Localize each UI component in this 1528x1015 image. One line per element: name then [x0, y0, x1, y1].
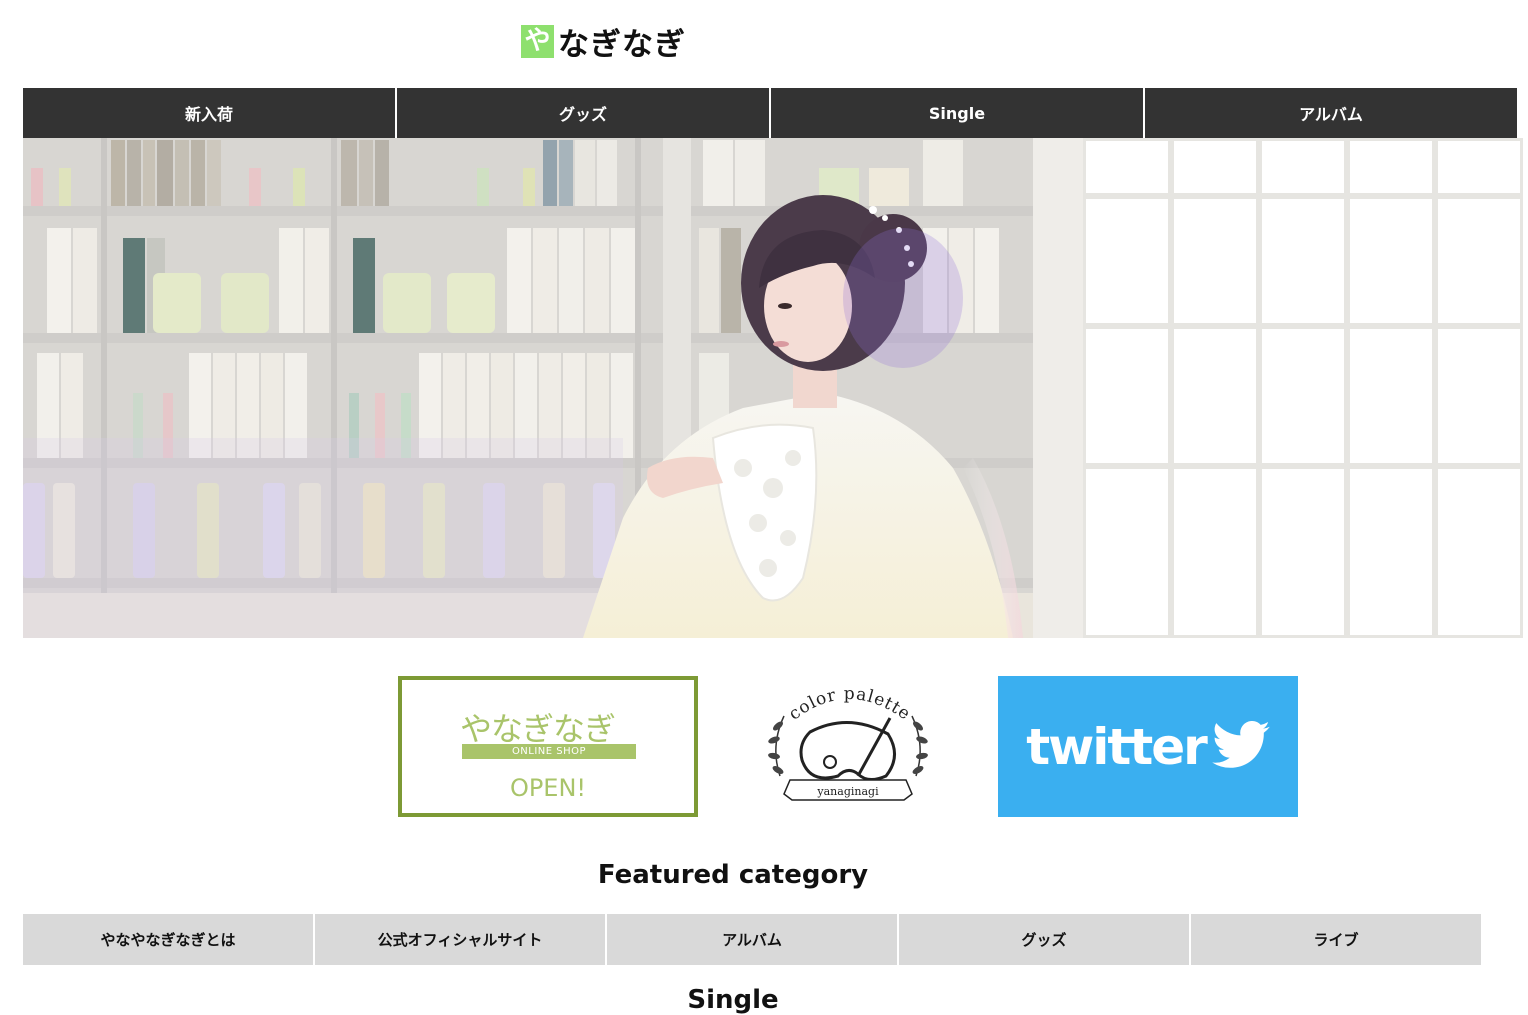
svg-text:color palette: color palette [785, 684, 914, 725]
top-navigation: 新入荷 グッズ Single アルバム [23, 88, 1517, 138]
color-palette-logo: color palette yanaginagi [768, 684, 928, 801]
featured-category-nav: やなやなぎなぎとは 公式オフィシャルサイト アルバム グッズ ライブ [23, 914, 1481, 965]
logo-text: なぎなぎ [558, 26, 686, 63]
featured-category-heading: Featured category [597, 860, 869, 890]
category-item-about[interactable]: やなやなぎなぎとは [23, 914, 315, 965]
color-palette-banner[interactable]: color palette yanaginagi [698, 676, 998, 817]
single-section-heading: Single [687, 985, 779, 1015]
twitter-bird-icon [1211, 720, 1270, 773]
category-item-goods[interactable]: グッズ [899, 914, 1191, 965]
twitter-wordmark: twitter [1026, 717, 1208, 776]
category-item-official-site[interactable]: 公式オフィシャルサイト [315, 914, 607, 965]
online-shop-banner[interactable]: やなぎなぎ ONLINE SHOP OPEN! [398, 676, 698, 817]
logo-mark: や [521, 24, 554, 58]
hero-image [23, 138, 1523, 638]
nav-item-album[interactable]: アルバム [1145, 88, 1517, 138]
nav-item-new-arrivals[interactable]: 新入荷 [23, 88, 397, 138]
nav-item-goods[interactable]: グッズ [397, 88, 771, 138]
twitter-banner[interactable]: twitter [998, 676, 1298, 817]
site-logo[interactable]: や なぎなぎ [521, 22, 686, 63]
palette-top-text: color palette [785, 684, 913, 725]
nav-item-single[interactable]: Single [771, 88, 1145, 138]
shop-banner-subtitle: ONLINE SHOP [462, 744, 636, 759]
category-item-live[interactable]: ライブ [1191, 914, 1481, 965]
category-item-album[interactable]: アルバム [607, 914, 899, 965]
shop-banner-status: OPEN! [509, 774, 587, 802]
palette-bottom-text: yanaginagi [816, 785, 879, 798]
